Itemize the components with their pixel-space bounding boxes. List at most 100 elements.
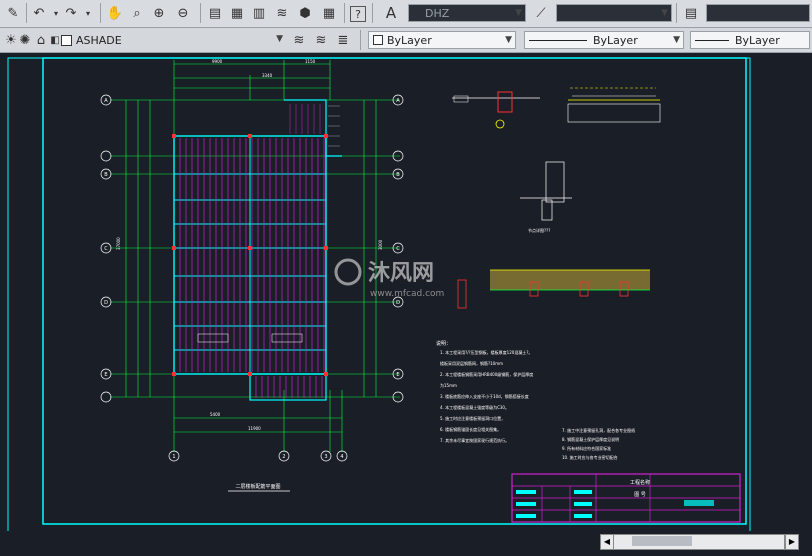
lineweight-select[interactable]: ByLayer xyxy=(690,31,810,49)
chevron-down-icon: ▼ xyxy=(661,8,668,18)
grid-label-1: 1 xyxy=(172,454,175,460)
dim-style-icon[interactable]: ⟋ xyxy=(532,4,550,22)
layer-previous-icon[interactable]: ≋ xyxy=(312,31,330,49)
design-center-icon[interactable]: ▦ xyxy=(228,4,246,22)
note-line: 9. 所有材料应符合国家标准 xyxy=(562,445,611,451)
detail-label: 节点详图??? xyxy=(528,227,550,233)
grid-label-d-right: D xyxy=(396,300,400,306)
note-line: 10. 施工时应与各专业密切配合 xyxy=(562,454,618,460)
watermark-brand: 沐风网 xyxy=(368,261,434,286)
note-title: 说明： xyxy=(436,340,451,347)
undo-icon[interactable]: ↶ xyxy=(30,4,48,22)
note-line: 为15mm xyxy=(440,382,457,388)
dim-top1: 9900 xyxy=(212,59,223,64)
color-select[interactable]: ByLayer ▼ xyxy=(368,31,516,49)
dim-top3: 3340 xyxy=(262,73,273,78)
note-line: 7. 其余未尽事宜按国家现行规范执行。 xyxy=(440,437,509,443)
horizontal-scrollbar[interactable] xyxy=(613,534,785,550)
detail-drawings: 节点详图??? xyxy=(452,87,661,309)
zoom-window-icon[interactable]: ⊕ xyxy=(150,4,168,22)
chevron-down-icon: ▼ xyxy=(276,34,283,44)
grid-label-e-right: E xyxy=(396,372,399,378)
scrollbar-thumb[interactable] xyxy=(632,536,692,546)
layer-select[interactable]: ASHADE ▼ xyxy=(58,31,286,49)
dim-bottom1: 5400 xyxy=(210,412,221,417)
pan-icon[interactable]: ✋ xyxy=(106,4,124,22)
linetype-value: ByLayer xyxy=(593,33,638,47)
match-properties-icon[interactable]: ✎ xyxy=(4,4,22,22)
scroll-right-button[interactable]: ▶ xyxy=(785,534,799,550)
watermark-url: www.mfcad.com xyxy=(370,289,444,299)
grid-label-2: 2 xyxy=(282,454,285,460)
grid-label-e: E xyxy=(104,372,107,378)
note-line: 1. 本工程采用?/?压型钢板，楼板厚度120混凝土?。 xyxy=(440,349,532,355)
text-style-select[interactable]: DHZ ▼ xyxy=(408,4,526,22)
tool-palettes-icon[interactable]: ▥ xyxy=(250,4,268,22)
note-line: 4. 本工程楼板混凝土强度等级为C30。 xyxy=(440,404,509,410)
title-block: 工程名称 图 号 xyxy=(511,473,741,523)
note-line: 3. 楼板底筋应伸入支座不小于10d，钢筋搭接长度 xyxy=(440,393,529,399)
chevron-down-icon: ▼ xyxy=(515,8,522,18)
text-style-value: DHZ xyxy=(425,6,450,20)
note-line: 楼板采用双层钢筋网，钢筋?10mm xyxy=(440,360,503,366)
grid-label-c-right: C xyxy=(396,246,400,252)
redo-dropdown-icon[interactable]: ▾ xyxy=(79,4,97,22)
markup-icon[interactable]: ⬢ xyxy=(296,4,314,22)
dim-top2: 1150 xyxy=(305,59,316,64)
layer-states-icon[interactable]: ≣ xyxy=(334,31,352,49)
chevron-down-icon: ▼ xyxy=(505,35,512,45)
toolbar-separator xyxy=(360,30,361,50)
layers-toolbar: ☀ ✺ ⌂ ◧ ASHADE ▼ ≋ ≋ ≣ ByLayer ▼ ByLayer… xyxy=(0,28,812,53)
note-line: 6. 楼板钢筋锚固长度见相关图集。 xyxy=(440,426,501,432)
note-line: 5. 施工时应注意楼板预留洞口位置， xyxy=(440,415,505,421)
plan-title: 二层楼板配筋平面图 xyxy=(235,483,280,490)
zoom-previous-icon[interactable]: ⊖ xyxy=(174,4,192,22)
grid-label-3: 3 xyxy=(324,454,327,460)
text-style-icon[interactable]: A xyxy=(382,4,400,22)
drawing-canvas[interactable]: 9900 3340 1150 37000 3000 A A B B C C D … xyxy=(0,53,812,537)
properties-icon[interactable]: ▤ xyxy=(206,4,224,22)
note-line: 7. 施工中注意预留孔洞，配合各专业图纸 xyxy=(562,427,635,433)
top-dimensions xyxy=(173,60,331,100)
sheet-set-icon[interactable]: ≋ xyxy=(273,4,291,22)
title-block-drawing: 图 号 xyxy=(634,492,646,498)
lineweight-preview xyxy=(695,39,729,41)
title-block-project: 工程名称 xyxy=(630,479,650,486)
linetype-select[interactable]: ByLayer ▼ xyxy=(524,31,684,49)
calculator-icon[interactable]: ▦ xyxy=(320,4,338,22)
make-object-layer-current-icon[interactable]: ≋ xyxy=(290,31,308,49)
layer-value: ASHADE xyxy=(76,33,122,47)
color-value: ByLayer xyxy=(387,33,432,47)
linetype-preview xyxy=(529,39,587,41)
toolbar-separator xyxy=(676,3,677,23)
grid-label-b-right: B xyxy=(396,172,400,178)
help-icon[interactable]: ? xyxy=(350,6,366,22)
scroll-left-button[interactable]: ◀ xyxy=(600,534,614,550)
toolbar-separator xyxy=(26,3,27,23)
dim-left-total: 37000 xyxy=(116,237,121,250)
toolbar-separator xyxy=(344,3,345,23)
table-style-select[interactable] xyxy=(706,4,810,22)
grid-label-a-right: A xyxy=(396,98,400,104)
lineweight-value: ByLayer xyxy=(735,33,780,47)
zoom-realtime-icon[interactable]: ⌕ xyxy=(128,4,146,22)
grid-label-d: D xyxy=(104,300,108,306)
redo-icon[interactable]: ↷ xyxy=(62,4,80,22)
chevron-down-icon: ▼ xyxy=(673,35,680,45)
table-style-icon[interactable]: ▤ xyxy=(682,4,700,22)
drawing-svg: 9900 3340 1150 37000 3000 A A B B C C D … xyxy=(7,57,751,537)
toolbar-separator xyxy=(100,3,101,23)
notes: 说明： 1. 本工程采用?/?压型钢板，楼板厚度120混凝土?。 楼板采用双层钢… xyxy=(436,340,635,460)
color-swatch xyxy=(373,35,383,45)
watermark: 沐风网 www.mfcad.com xyxy=(334,258,444,299)
floor-plan xyxy=(172,99,342,401)
note-line: 2. 本工程楼板钢筋采用HRB400级钢筋，保护层厚度 xyxy=(440,371,533,377)
grid-label-a: A xyxy=(104,98,108,104)
dim-right-total: 3000 xyxy=(378,239,383,250)
grid-label-c: C xyxy=(104,246,108,252)
note-line: 8. 钢筋混凝土保护层厚度见说明 xyxy=(562,436,619,442)
dim-style-select[interactable]: ▼ xyxy=(556,4,672,22)
dim-bottom2: 11900 xyxy=(248,426,261,431)
grid-label-b: B xyxy=(104,172,108,178)
toolbar-separator xyxy=(200,3,201,23)
